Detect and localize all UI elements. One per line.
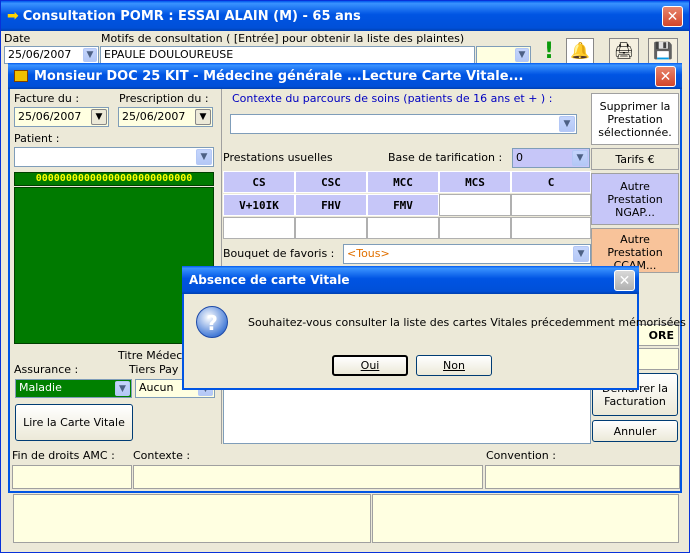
contexte-parcours-label: Contexte du parcours de soins (patients …	[232, 92, 553, 105]
facture-date-combo[interactable]: 25/06/2007 ▼	[14, 107, 109, 127]
prescription-date-value: 25/06/2007	[122, 110, 186, 123]
prestation-cell[interactable]: FMV	[367, 194, 439, 216]
facture-date-value: 25/06/2007	[18, 110, 82, 123]
card-reader-icon	[14, 70, 28, 82]
bouquet-label: Bouquet de favoris :	[223, 247, 335, 260]
prestations-usuelles-label: Prestations usuelles	[223, 151, 333, 164]
fin-droits-field	[12, 465, 132, 489]
main-bottom-right-area	[372, 494, 679, 543]
prestation-cell-empty[interactable]	[439, 217, 511, 239]
date-label: Date	[4, 32, 31, 45]
chevron-down-icon[interactable]: ▼	[573, 246, 589, 262]
prestation-cell[interactable]: V+10IK	[223, 194, 295, 216]
dialog-title-bar: Absence de carte Vitale	[182, 266, 639, 294]
prestations-list[interactable]	[223, 385, 591, 444]
tiers-label: Tiers Pay	[129, 363, 179, 376]
base-tarification-combo[interactable]: 0 ▼	[512, 148, 590, 168]
assurance-combo[interactable]: Maladie ▼	[15, 379, 132, 398]
exclamation-icon[interactable]: !	[537, 39, 561, 65]
prestation-grid: CS CSC MCC MCS C V+10IK FHV FMV	[223, 171, 593, 243]
chevron-down-icon[interactable]: ▼	[195, 109, 211, 125]
absence-carte-dialog: Absence de carte Vitale ✕ ? Souhaitez-vo…	[182, 266, 690, 390]
autre-prestation-ngap-button[interactable]: Autre Prestation NGAP...	[591, 173, 679, 225]
dialog-message: Souhaitez-vous consulter la liste des ca…	[248, 316, 690, 329]
oui-button[interactable]: Oui	[332, 355, 408, 376]
prestation-cell-empty[interactable]	[439, 194, 511, 216]
chevron-down-icon[interactable]: ▼	[559, 116, 575, 132]
ore-text: ORE	[648, 328, 674, 342]
chevron-down-icon[interactable]: ▼	[83, 48, 97, 62]
prestation-cell[interactable]: FHV	[295, 194, 367, 216]
prestation-cell[interactable]: CS	[223, 171, 295, 193]
prestation-cell-empty[interactable]	[511, 217, 591, 239]
date-combo[interactable]: 25/06/2007 ▼	[4, 46, 99, 64]
main-window-title: Consultation POMR : ESSAI ALAIN (M) - 65…	[22, 8, 361, 24]
titre-label: Titre Médec	[118, 349, 183, 362]
prestation-cell[interactable]: MCC	[367, 171, 439, 193]
prestation-cell-empty[interactable]	[295, 217, 367, 239]
chevron-down-icon[interactable]: ▼	[91, 109, 107, 125]
card-number-bar: 00000000000000000000000000	[14, 172, 214, 186]
dialog-title: Absence de carte Vitale	[189, 273, 350, 287]
prestation-cell-empty[interactable]	[223, 217, 295, 239]
prestation-cell-empty[interactable]	[367, 217, 439, 239]
prestation-cell[interactable]: MCS	[439, 171, 511, 193]
prescription-date-combo[interactable]: 25/06/2007 ▼	[118, 107, 213, 127]
vitale-close-button[interactable]: ✕	[655, 66, 676, 87]
lire-carte-vitale-button[interactable]: Lire la Carte Vitale	[15, 404, 133, 441]
prestation-cell[interactable]: CSC	[295, 171, 367, 193]
patient-combo[interactable]: ▼	[14, 147, 214, 167]
vitale-title-bar: Monsieur DOC 25 KIT - Médecine générale …	[8, 63, 682, 89]
printer-icon[interactable]: 🖨	[609, 38, 639, 64]
motif-extra-combo[interactable]: ▼	[476, 46, 531, 64]
arrow-icon: ➡	[7, 8, 19, 24]
bell-icon[interactable]: 🔔	[566, 38, 594, 64]
contexte-label: Contexte :	[133, 449, 191, 462]
save-icon[interactable]: 💾	[648, 38, 678, 64]
oui-label: Oui	[360, 359, 380, 372]
annuler-button[interactable]: Annuler	[592, 420, 678, 442]
main-close-button[interactable]: ✕	[662, 6, 683, 27]
chevron-down-icon[interactable]: ▼	[115, 381, 130, 396]
motif-value: EPAULE DOULOUREUSE	[104, 48, 234, 61]
fin-droits-amc-label: Fin de droits AMC :	[12, 449, 115, 462]
question-icon: ?	[196, 306, 228, 338]
dialog-close-button[interactable]: ✕	[614, 270, 635, 291]
motif-input[interactable]: EPAULE DOULOUREUSE	[100, 46, 475, 64]
base-tarification-label: Base de tarification :	[388, 151, 503, 164]
assurance-value: Maladie	[19, 381, 62, 394]
vitale-window-title: Monsieur DOC 25 KIT - Médecine générale …	[34, 68, 524, 84]
tarifs-button[interactable]: Tarifs €	[591, 148, 679, 170]
bouquet-value: <Tous>	[347, 247, 390, 260]
assurance-label: Assurance :	[14, 363, 79, 376]
convention-label: Convention :	[486, 449, 556, 462]
chevron-down-icon[interactable]: ▼	[572, 150, 588, 166]
base-tarification-value: 0	[516, 151, 523, 164]
tiers-value: Aucun	[139, 381, 174, 394]
main-bottom-left-area	[13, 494, 371, 543]
chevron-down-icon[interactable]: ▼	[196, 149, 212, 165]
motifs-label: Motifs de consultation ( [Entrée] pour o…	[101, 32, 465, 45]
contexte-field	[133, 465, 483, 489]
facture-label: Facture du :	[14, 92, 80, 105]
prestation-cell-empty[interactable]	[511, 194, 591, 216]
main-title-bar: ➡ Consultation POMR : ESSAI ALAIN (M) - …	[1, 1, 689, 31]
convention-field	[485, 465, 680, 489]
chevron-down-icon[interactable]: ▼	[515, 48, 529, 62]
prestation-cell[interactable]: C	[511, 171, 591, 193]
patient-label: Patient :	[14, 132, 60, 145]
prescription-label: Prescription du :	[119, 92, 209, 105]
supprimer-prestation-button[interactable]: Supprimer la Prestation sélectionnée.	[591, 93, 679, 145]
non-button[interactable]: Non	[416, 355, 492, 376]
contexte-parcours-combo[interactable]: ▼	[230, 114, 577, 134]
non-label: Non	[443, 359, 465, 372]
date-value: 25/06/2007	[8, 48, 72, 61]
bouquet-combo[interactable]: <Tous> ▼	[343, 244, 591, 264]
